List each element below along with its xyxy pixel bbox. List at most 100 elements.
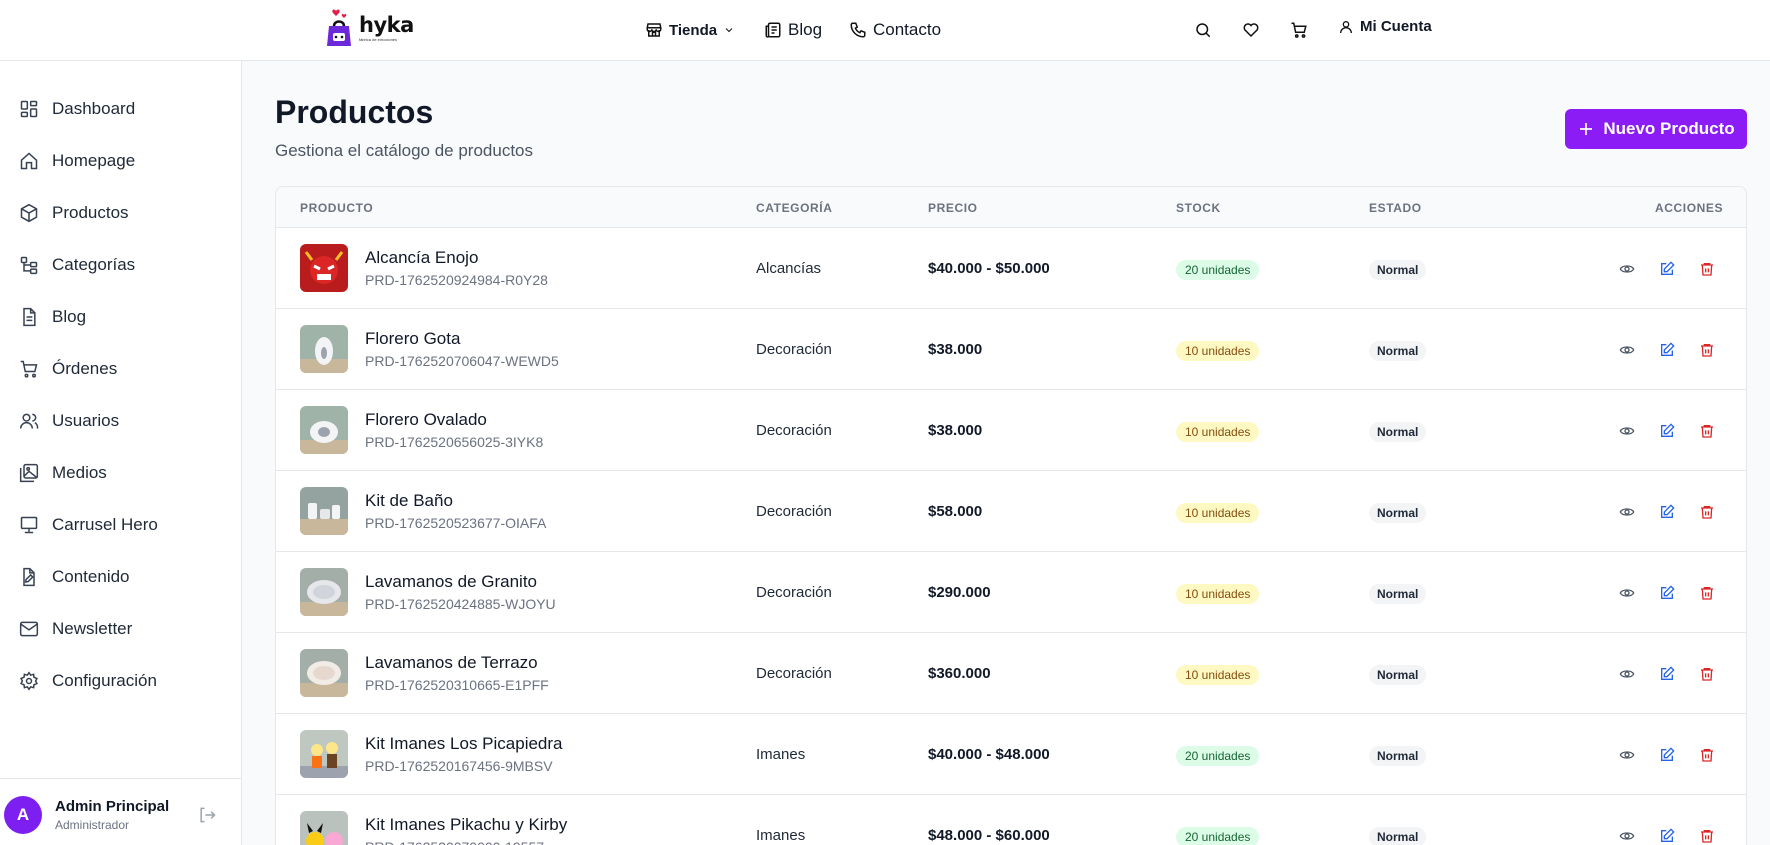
product-thumbnail[interactable] xyxy=(300,811,348,845)
edit-button[interactable] xyxy=(1657,745,1677,765)
sidebar-item-categorias[interactable]: Categorías xyxy=(19,250,135,280)
product-category: Decoración xyxy=(756,503,832,520)
trash-icon xyxy=(1701,668,1713,681)
product-price: $40.000 - $48.000 xyxy=(928,746,1050,763)
view-button[interactable] xyxy=(1617,259,1637,279)
sidebar-item-homepage[interactable]: Homepage xyxy=(19,146,135,176)
product-price: $40.000 - $50.000 xyxy=(928,260,1050,277)
sidebar-item-dashboard[interactable]: Dashboard xyxy=(19,94,135,124)
product-thumbnail[interactable] xyxy=(300,487,348,535)
trash-icon xyxy=(1701,344,1713,357)
delete-button[interactable] xyxy=(1697,583,1717,603)
eye-icon xyxy=(1619,346,1635,354)
product-name[interactable]: Kit de Baño xyxy=(365,491,453,511)
view-button[interactable] xyxy=(1617,502,1637,522)
product-name[interactable]: Kit Imanes Los Picapiedra xyxy=(365,734,563,754)
product-thumbnail[interactable] xyxy=(300,244,348,292)
table-row: Lavamanos de Terrazo PRD-1762520310665-E1… xyxy=(276,633,1746,714)
stock-badge: 20 unidades xyxy=(1176,746,1260,766)
product-name[interactable]: Florero Ovalado xyxy=(365,410,487,430)
edit-button[interactable] xyxy=(1657,583,1677,603)
brand-name: hyka xyxy=(359,12,414,37)
delete-button[interactable] xyxy=(1697,664,1717,684)
edit-button[interactable] xyxy=(1657,502,1677,522)
product-name[interactable]: Lavamanos de Granito xyxy=(365,572,537,592)
sidebar-item-newsletter[interactable]: Newsletter xyxy=(19,614,132,644)
view-button[interactable] xyxy=(1617,583,1637,603)
edit-button[interactable] xyxy=(1657,259,1677,279)
edit-button[interactable] xyxy=(1657,826,1677,845)
product-name[interactable]: Kit Imanes Pikachu y Kirby xyxy=(365,815,567,835)
view-button[interactable] xyxy=(1617,745,1637,765)
categories-icon xyxy=(20,256,38,275)
sidebar-item-label: Productos xyxy=(52,203,129,222)
admin-sidebar: Dashboard Homepage Productos Categorías … xyxy=(0,61,242,845)
sidebar-item-usuarios[interactable]: Usuarios xyxy=(19,406,119,436)
stock-badge: 20 unidades xyxy=(1176,827,1260,845)
delete-button[interactable] xyxy=(1697,502,1717,522)
view-button[interactable] xyxy=(1617,664,1637,684)
product-thumbnail[interactable] xyxy=(300,568,348,616)
sidebar-item-productos[interactable]: Productos xyxy=(19,198,129,228)
sidebar-item-label: Carrusel Hero xyxy=(52,515,158,534)
sidebar-user-panel: A Admin Principal Administrador xyxy=(0,778,242,845)
product-thumbnail[interactable] xyxy=(300,325,348,373)
product-name[interactable]: Lavamanos de Terrazo xyxy=(365,653,538,673)
sidebar-item-carrusel-hero[interactable]: Carrusel Hero xyxy=(19,510,158,540)
user-role: Administrador xyxy=(55,818,130,832)
product-name[interactable]: Alcancía Enojo xyxy=(365,248,478,268)
view-button[interactable] xyxy=(1617,340,1637,360)
delete-button[interactable] xyxy=(1697,421,1717,441)
search-button[interactable] xyxy=(1191,18,1215,42)
user-icon xyxy=(1340,20,1352,33)
sidebar-item-label: Medios xyxy=(52,463,107,482)
edit-button[interactable] xyxy=(1657,664,1677,684)
product-sku: PRD-1762520523677-OIAFA xyxy=(365,515,547,531)
delete-button[interactable] xyxy=(1697,259,1717,279)
product-category: Decoración xyxy=(756,341,832,358)
sidebar-item-label: Usuarios xyxy=(52,411,120,430)
dashboard-icon xyxy=(20,100,38,118)
edit-button[interactable] xyxy=(1657,421,1677,441)
account-menu[interactable]: Mi Cuenta xyxy=(1338,18,1432,35)
sidebar-item-label: Blog xyxy=(52,307,87,326)
sidebar-item-configuracion[interactable]: Configuración xyxy=(19,666,157,696)
brand-tagline: fábrica de emociones xyxy=(359,36,398,42)
sidebar-item-label: Homepage xyxy=(52,151,136,170)
view-button[interactable] xyxy=(1617,826,1637,845)
delete-button[interactable] xyxy=(1697,745,1717,765)
product-name[interactable]: Florero Gota xyxy=(365,329,460,349)
nav-contact-link[interactable]: Contacto xyxy=(849,0,941,60)
product-thumbnail[interactable] xyxy=(300,406,348,454)
stock-badge: 10 unidades xyxy=(1176,422,1260,442)
edit-icon xyxy=(1661,747,1675,761)
brand-logo[interactable]: hyka fábrica de emociones xyxy=(325,8,414,48)
nav-blog-link[interactable]: Blog xyxy=(764,0,822,60)
top-navbar: hyka fábrica de emociones Tienda Blog Co… xyxy=(0,0,1770,61)
store-icon xyxy=(646,23,662,37)
header-stock: STOCK xyxy=(1176,201,1221,215)
nav-store-menu[interactable]: Tienda xyxy=(645,0,735,60)
page-title: Productos xyxy=(275,94,434,130)
logout-icon[interactable] xyxy=(197,805,217,825)
trash-icon xyxy=(1701,506,1713,519)
product-sku: PRD-1762520070000-19557 xyxy=(365,839,544,845)
edit-button[interactable] xyxy=(1657,340,1677,360)
delete-button[interactable] xyxy=(1697,340,1717,360)
sidebar-item-medios[interactable]: Medios xyxy=(19,458,107,488)
sidebar-item-contenido[interactable]: Contenido xyxy=(19,562,130,592)
edit-icon xyxy=(1661,261,1675,275)
delete-button[interactable] xyxy=(1697,826,1717,845)
eye-icon xyxy=(1619,265,1635,273)
new-product-button[interactable]: Nuevo Producto xyxy=(1565,109,1747,149)
wishlist-button[interactable] xyxy=(1239,18,1263,42)
product-thumbnail[interactable] xyxy=(300,649,348,697)
logo-icon xyxy=(327,9,351,46)
product-thumbnail[interactable] xyxy=(300,730,348,778)
eye-icon xyxy=(1619,751,1635,759)
sidebar-item-blog[interactable]: Blog xyxy=(19,302,86,332)
sidebar-item-ordenes[interactable]: Órdenes xyxy=(19,354,117,384)
cart-button[interactable] xyxy=(1287,18,1311,42)
table-row: Lavamanos de Granito PRD-1762520424885-WJ… xyxy=(276,552,1746,633)
view-button[interactable] xyxy=(1617,421,1637,441)
